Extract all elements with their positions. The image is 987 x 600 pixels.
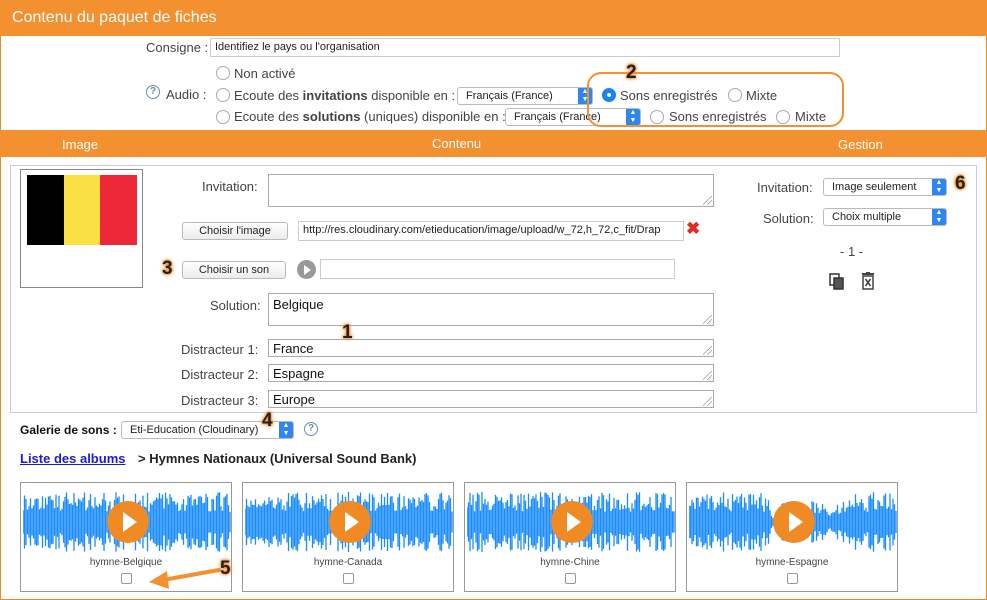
invitations-sons-enregistres-radio[interactable]: [602, 88, 616, 102]
solutions-mixte-label: Mixte: [795, 109, 827, 124]
delete-image-icon[interactable]: ✖: [686, 219, 700, 239]
sound-card[interactable]: hymne-Canada: [242, 482, 454, 592]
resize-grip-icon: [703, 346, 712, 355]
audio-invitations-radio[interactable]: [216, 88, 230, 102]
solutions-sons-enregistres-radio[interactable]: [650, 110, 664, 124]
play-icon[interactable]: [329, 501, 371, 543]
resize-grip-icon: [703, 371, 712, 380]
sound-input[interactable]: [320, 259, 675, 279]
solutions-sons-enregistres-label: Sons enregistrés: [669, 109, 767, 124]
play-icon[interactable]: [107, 501, 149, 543]
select-arrows-icon: ▲ ▼: [932, 179, 946, 195]
callout-2: 2: [626, 62, 637, 83]
solution-label: Solution:: [210, 298, 261, 313]
sound-card-checkbox[interactable]: [121, 573, 132, 584]
distractor-1-label: Distracteur 1:: [181, 342, 259, 357]
gestion-solution-select[interactable]: Choix multiple ▲ ▼: [823, 208, 947, 226]
card-image-preview[interactable]: [20, 169, 143, 288]
sound-card-checkbox[interactable]: [787, 573, 798, 584]
audio-none-radio[interactable]: [216, 66, 230, 80]
column-gestion: Gestion: [838, 137, 883, 152]
column-header-bar: Image Contenu Gestion: [0, 130, 987, 157]
consigne-label: Consigne :: [146, 40, 209, 55]
select-arrows-icon: ▲ ▼: [932, 209, 946, 225]
consigne-input[interactable]: Identifiez le pays ou l'organisation: [210, 38, 840, 57]
solutions-mixte-radio[interactable]: [776, 110, 790, 124]
sound-card[interactable]: hymne-Espagne: [686, 482, 898, 592]
audio-label: Audio :: [166, 87, 207, 102]
gallery-label: Galerie de sons :: [20, 423, 117, 437]
albums-list-link[interactable]: Liste des albums: [20, 451, 125, 466]
select-arrows-icon: ▲ ▼: [279, 422, 293, 438]
sound-card-checkbox[interactable]: [343, 573, 354, 584]
distractor-2-label: Distracteur 2:: [181, 367, 259, 382]
solution-textarea[interactable]: Belgique: [268, 293, 714, 326]
panel-title: Contenu du paquet de fiches: [12, 9, 217, 26]
gestion-invitation-label: Invitation:: [757, 180, 813, 195]
distractor-3-field[interactable]: Europe: [268, 390, 714, 408]
invitation-label: Invitation:: [202, 179, 258, 194]
choose-image-button[interactable]: Choisir l'image: [182, 222, 288, 240]
gestion-solution-label: Solution:: [763, 211, 814, 226]
play-icon[interactable]: [773, 501, 815, 543]
sound-card-name: hymne-Canada: [313, 557, 383, 568]
resize-grip-icon: [703, 196, 712, 205]
column-contenu: Contenu: [432, 136, 482, 151]
sound-card-name: hymne-Chine: [540, 557, 600, 568]
copy-icon[interactable]: [829, 273, 845, 290]
image-url-input[interactable]: http://res.cloudinary.com/etieducation/i…: [298, 221, 684, 241]
callout-arrow: [149, 568, 221, 589]
audio-help-icon[interactable]: ?: [146, 85, 160, 99]
callout-6: 6: [955, 173, 966, 194]
invitations-language-select[interactable]: Français (France) ▲ ▼: [457, 87, 593, 105]
audio-solutions-label: Ecoute des solutions (uniques) disponibl…: [234, 109, 506, 124]
play-icon[interactable]: [551, 501, 593, 543]
audio-solutions-radio[interactable]: [216, 110, 230, 124]
resize-grip-icon: [703, 397, 712, 406]
invitations-sons-enregistres-label: Sons enregistrés: [620, 88, 718, 103]
audio-none-label: Non activé: [234, 66, 296, 81]
distractor-3-label: Distracteur 3:: [181, 393, 259, 408]
card-number: - 1 -: [840, 244, 864, 259]
gestion-invitation-select[interactable]: Image seulement ▲ ▼: [823, 178, 947, 196]
column-image: Image: [62, 137, 99, 152]
callout-5: 5: [220, 558, 231, 579]
resize-grip-icon: [703, 315, 712, 324]
belgium-flag-image: [27, 175, 138, 245]
sound-card-name: hymne-Espagne: [755, 557, 829, 568]
callout-1: 1: [342, 322, 353, 343]
callout-4: 4: [262, 410, 273, 431]
audio-invitations-label: Ecoute des invitations disponible en :: [234, 88, 456, 103]
invitations-mixte-label: Mixte: [746, 88, 778, 103]
panel-header: Contenu du paquet de fiches: [0, 0, 987, 36]
sound-card[interactable]: hymne-Chine: [464, 482, 676, 592]
gallery-help-icon[interactable]: ?: [304, 422, 318, 436]
distractor-2-field[interactable]: Espagne: [268, 364, 714, 382]
trash-icon[interactable]: [861, 272, 875, 290]
sound-card-checkbox[interactable]: [565, 573, 576, 584]
callout-3: 3: [162, 258, 173, 279]
distractor-1-field[interactable]: France: [268, 339, 714, 357]
album-breadcrumb: > Hymnes Nationaux (Universal Sound Bank…: [138, 451, 417, 466]
choose-sound-button[interactable]: Choisir un son: [182, 261, 286, 279]
invitations-mixte-radio[interactable]: [728, 88, 742, 102]
play-sound-icon[interactable]: [297, 260, 316, 279]
invitation-textarea[interactable]: [268, 174, 714, 207]
